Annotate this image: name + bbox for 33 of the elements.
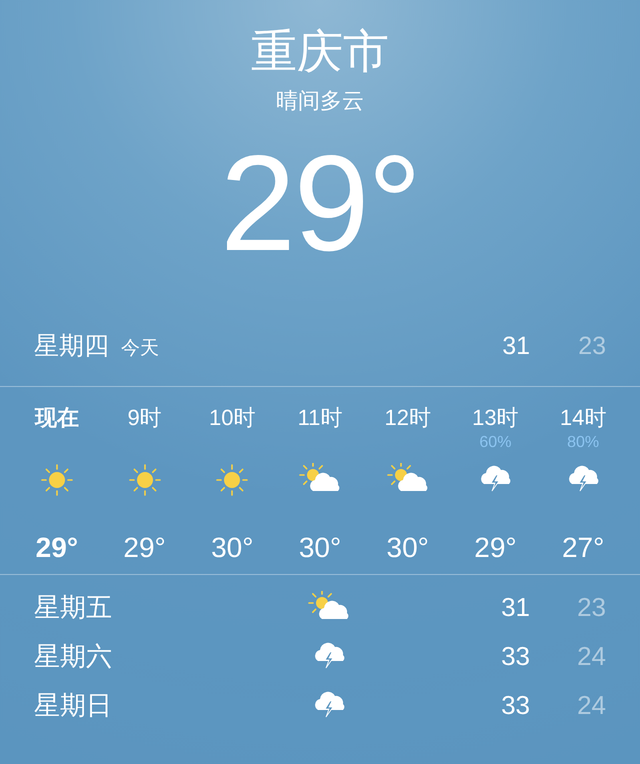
low-temperature: 23 bbox=[576, 591, 606, 624]
hour-label: 11时 bbox=[298, 404, 342, 431]
hour-label: 14时 bbox=[560, 404, 606, 431]
high-temperature: 33 bbox=[500, 689, 530, 722]
hour-label: 12时 bbox=[384, 404, 431, 431]
day-name: 星期日 bbox=[34, 690, 112, 720]
sun-icon bbox=[126, 462, 163, 498]
weather-condition: 晴间多云 bbox=[276, 87, 364, 115]
hour-temperature: 30° bbox=[211, 531, 254, 565]
hour-temperature: 29° bbox=[123, 531, 166, 565]
high-temperature: 33 bbox=[500, 640, 530, 673]
hour-temperature: 29° bbox=[474, 531, 517, 565]
sun-icon bbox=[38, 462, 75, 498]
hour-temperature: 27° bbox=[562, 531, 604, 565]
sun-icon bbox=[214, 462, 250, 498]
today-label: 今天 bbox=[121, 336, 159, 361]
current-temperature: 29° bbox=[220, 135, 420, 271]
hour-temperature: 30° bbox=[386, 531, 429, 565]
hour-label: 10时 bbox=[209, 404, 256, 431]
high-temperature: 31 bbox=[501, 330, 530, 362]
hour-label: 现在 bbox=[34, 404, 79, 431]
hour-label: 13时 bbox=[472, 404, 519, 431]
day-name: 星期四 bbox=[34, 330, 109, 362]
hour-label: 9时 bbox=[127, 404, 162, 431]
day-name: 星期五 bbox=[34, 592, 112, 622]
day-name: 星期六 bbox=[34, 641, 112, 671]
hour-temperature: 30° bbox=[298, 531, 342, 565]
high-temperature: 31 bbox=[500, 591, 530, 624]
low-temperature: 23 bbox=[577, 330, 606, 362]
low-temperature: 24 bbox=[576, 640, 606, 673]
low-temperature: 24 bbox=[576, 689, 606, 722]
hour-temperature: 29° bbox=[36, 531, 78, 565]
city-name: 重庆市 bbox=[251, 28, 389, 74]
